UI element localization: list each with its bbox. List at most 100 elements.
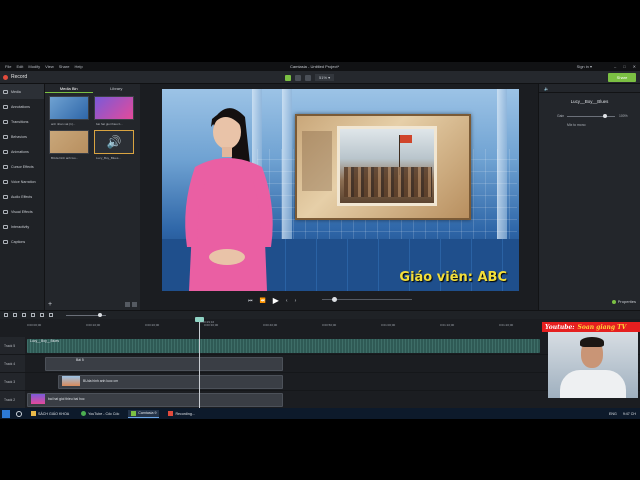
tab-library[interactable]: Library <box>93 84 141 93</box>
gain-slider[interactable] <box>567 114 615 118</box>
media-caption-3: BUda hinh anh luo... <box>51 156 79 160</box>
nav-animations[interactable]: Animations <box>0 144 44 159</box>
media-caption-4: Lucy_Boy_Blues... <box>96 156 121 160</box>
annotation-icon <box>3 104 8 109</box>
pointer-tool-icon[interactable] <box>285 74 291 81</box>
picture-frame <box>295 114 471 220</box>
nav-interactivity[interactable]: Interactivity <box>0 219 44 234</box>
nav-annotations[interactable]: Annotations <box>0 99 44 114</box>
visual-effects-icon <box>3 209 8 214</box>
record-icon <box>168 411 174 416</box>
add-media-icon[interactable]: + <box>48 301 52 308</box>
sign-in-link[interactable]: Sign in ▾ <box>577 64 592 69</box>
animation-icon <box>3 149 8 154</box>
share-button[interactable]: Share <box>608 73 636 82</box>
taskbar-app-label: SÁCH GIÁO KHOA <box>38 411 70 416</box>
properties-icon <box>611 299 616 304</box>
track-2: Track 2 bai hat gioi thieu bai hoc <box>0 391 640 409</box>
step-back-icon[interactable]: ⏮ <box>248 298 253 304</box>
search-icon[interactable] <box>16 410 22 417</box>
clock[interactable]: 9:47 CH <box>623 412 636 416</box>
gain-knob[interactable] <box>603 114 607 118</box>
nav-media[interactable]: Media <box>0 84 44 99</box>
image-clip[interactable]: BUda hinh anh luoc cm <box>58 375 283 389</box>
taskbar-app-browser[interactable]: YouTube - Cốc Cốc <box>78 410 122 417</box>
menu-file[interactable]: File <box>5 64 11 69</box>
seek-knob[interactable] <box>332 297 337 302</box>
next-frame-icon[interactable]: › <box>295 298 297 304</box>
clip-thumbnail <box>31 394 45 404</box>
nav-cursor-effects[interactable]: Cursor Effects <box>0 159 44 174</box>
taskbar-app-label: Camtasia 9 <box>138 411 157 415</box>
preview-canvas[interactable]: Giáo viên: ABC <box>162 89 519 291</box>
playhead-handle[interactable] <box>195 317 204 322</box>
record-button[interactable]: Record <box>3 74 27 80</box>
taskbar-app-recorder[interactable]: Recording... <box>165 410 197 417</box>
timeline-zoom-knob[interactable] <box>98 312 102 317</box>
cut-icon[interactable] <box>22 313 26 317</box>
record-icon <box>3 74 8 80</box>
play-icon[interactable]: ▶ <box>273 296 279 305</box>
mix-to-mono-checkbox[interactable]: Mix to mono <box>567 123 585 127</box>
app-window: File Edit Modify View Share Help Camtasi… <box>0 62 640 419</box>
close-icon[interactable]: ✕ <box>633 64 636 69</box>
nav-voice-narration[interactable]: Voice Narration <box>0 174 44 189</box>
minimize-icon[interactable]: – <box>614 64 616 69</box>
video-clip[interactable]: bai hat gioi thieu bai hoc <box>27 393 283 407</box>
windows-start-icon[interactable] <box>2 409 10 418</box>
youtube-label: Youtube: <box>545 323 575 331</box>
language-indicator[interactable]: ENG <box>609 412 617 416</box>
taskbar-app-camtasia[interactable]: Camtasia 9 <box>128 409 160 418</box>
playhead[interactable] <box>195 317 204 419</box>
nav-transitions[interactable]: Transitions <box>0 114 44 129</box>
copy-icon[interactable] <box>31 313 35 317</box>
ruler-tick: 0:00:10;00 <box>86 323 101 327</box>
undo-icon[interactable] <box>4 313 8 317</box>
tab-media-bin[interactable]: Media Bin <box>45 84 93 93</box>
nav-audio-effects[interactable]: Audio Effects <box>0 189 44 204</box>
track-label: Track 4 <box>0 355 25 372</box>
crop-tool-icon[interactable] <box>305 74 311 81</box>
clip-label: BUda hinh anh luoc cm <box>83 378 119 383</box>
menu-view[interactable]: View <box>45 64 54 69</box>
gain-value: 100% <box>619 114 628 118</box>
taskbar-app-folder[interactable]: SÁCH GIÁO KHOA <box>28 410 72 417</box>
paste-icon[interactable] <box>40 313 44 317</box>
media-thumb-1[interactable] <box>49 96 89 120</box>
grid-view-icon[interactable] <box>125 302 130 307</box>
menu-share[interactable]: Share <box>59 64 70 69</box>
microphone-icon <box>3 179 8 184</box>
window-controls: – □ ✕ <box>614 64 636 69</box>
menu-modify[interactable]: Modify <box>28 64 40 69</box>
split-icon[interactable] <box>49 313 53 317</box>
rewind-icon[interactable]: ⏪ <box>260 298 266 304</box>
behavior-icon <box>3 134 8 139</box>
media-thumb-4[interactable]: 🔊 <box>94 130 134 154</box>
media-thumb-3[interactable] <box>49 130 89 154</box>
window-title: Camtasia - Untitled Project* <box>290 64 340 69</box>
text-clip[interactable]: Bài 5 <box>45 357 283 371</box>
audio-clip[interactable]: Lucy__Boy__Blues <box>27 339 540 353</box>
seek-slider[interactable] <box>322 297 412 302</box>
pan-tool-icon[interactable] <box>295 74 301 81</box>
webcam-overlay <box>548 332 638 398</box>
prev-frame-icon[interactable]: ‹ <box>286 298 288 304</box>
nav-behaviors[interactable]: Behaviors <box>0 129 44 144</box>
timeline-zoom-slider[interactable] <box>66 312 106 317</box>
properties-button[interactable]: Properties <box>611 299 636 304</box>
taskbar-app-label: YouTube - Cốc Cốc <box>88 411 120 416</box>
list-view-icon[interactable] <box>132 302 137 307</box>
nav-captions[interactable]: Captions <box>0 234 44 249</box>
media-thumb-2[interactable] <box>94 96 134 120</box>
tools-sidebar: Media Annotations Transitions Behaviors … <box>0 84 45 310</box>
ruler-tick: 0:01:20;00 <box>499 323 514 327</box>
maximize-icon[interactable]: □ <box>623 64 625 69</box>
redo-icon[interactable] <box>13 313 17 317</box>
nav-visual-effects[interactable]: Visual Effects <box>0 204 44 219</box>
audio-icon <box>3 194 8 199</box>
menu-edit[interactable]: Edit <box>16 64 23 69</box>
zoom-select[interactable]: 51% ▾ <box>315 74 335 81</box>
gain-label: Gain <box>557 114 565 118</box>
nav-label: Interactivity <box>11 224 30 229</box>
menu-help[interactable]: Help <box>74 64 82 69</box>
